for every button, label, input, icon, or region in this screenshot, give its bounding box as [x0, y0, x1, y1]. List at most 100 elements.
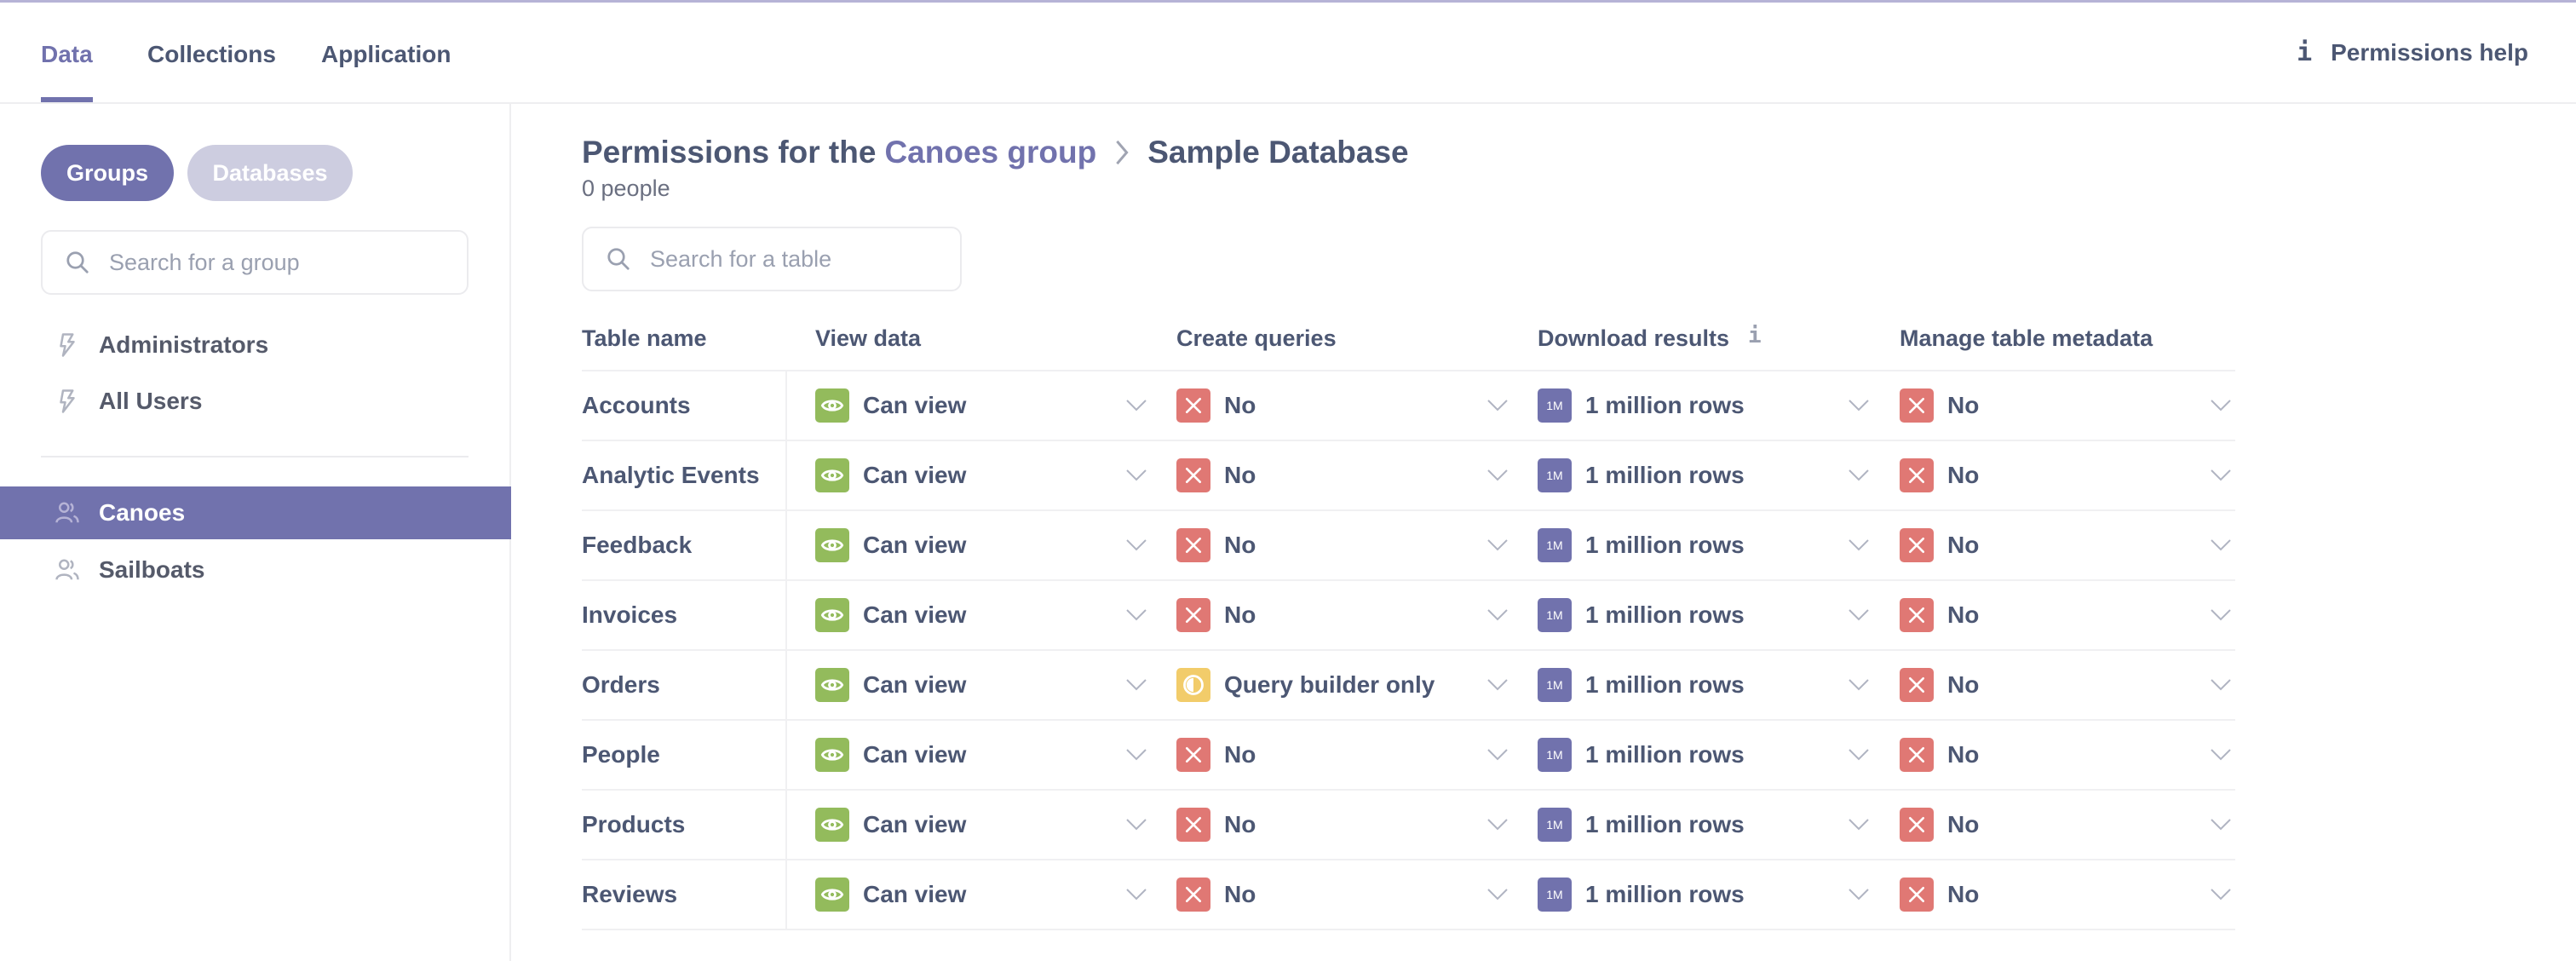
databases-toggle-button[interactable]: Databases	[187, 145, 353, 201]
top-navigation: Data Collections Application i Permissio…	[0, 0, 2576, 104]
tab-data[interactable]: Data	[41, 41, 93, 102]
view-data-select[interactable]: Can view	[815, 651, 1147, 719]
download-results-select[interactable]: 1M 1 million rows	[1538, 441, 1870, 509]
table-search-input[interactable]	[650, 245, 960, 273]
view-data-value: Can view	[863, 601, 967, 628]
sidebar-item-canoes[interactable]: Canoes	[0, 486, 511, 539]
sidebar-item-all-users[interactable]: All Users	[0, 375, 511, 428]
view-data-select[interactable]: Can view	[815, 511, 1147, 579]
table-body: Accounts Can view No 1M 1 million rows No Anal…	[582, 371, 2235, 930]
create-queries-select[interactable]: Query builder only	[1176, 651, 1509, 719]
manage-metadata-value: No	[1947, 811, 1980, 837]
groups-toggle-button[interactable]: Groups	[41, 145, 174, 201]
column-header-create-queries: Create queries	[1176, 325, 1337, 351]
manage-metadata-select[interactable]: No	[1900, 860, 2232, 929]
chevron-down-icon	[1849, 539, 1869, 551]
create-queries-select[interactable]: No	[1176, 721, 1509, 789]
manage-metadata-value: No	[1947, 601, 1980, 628]
chevron-down-icon	[1849, 609, 1869, 621]
create-queries-value: No	[1224, 741, 1256, 768]
people-count: 0 people	[582, 176, 670, 201]
close-icon	[1176, 878, 1210, 912]
view-data-select[interactable]: Can view	[815, 721, 1147, 789]
close-icon	[1900, 528, 1934, 562]
view-data-select[interactable]: Can view	[815, 860, 1147, 929]
group-search-field[interactable]	[41, 230, 469, 295]
sidebar-item-sailboats[interactable]: Sailboats	[0, 544, 511, 596]
manage-metadata-select[interactable]: No	[1900, 651, 2232, 719]
chevron-down-icon	[1849, 819, 1869, 831]
column-header-table-name: Table name	[582, 325, 707, 351]
one-million-icon: 1M	[1538, 458, 1572, 492]
sidebar-divider	[41, 456, 469, 457]
download-results-select[interactable]: 1M 1 million rows	[1538, 581, 1870, 649]
view-data-value: Can view	[863, 671, 967, 698]
close-icon	[1176, 458, 1210, 492]
view-data-value: Can view	[863, 741, 967, 768]
table-name: People	[582, 721, 787, 789]
manage-metadata-select[interactable]: No	[1900, 581, 2232, 649]
create-queries-select[interactable]: No	[1176, 581, 1509, 649]
manage-metadata-select[interactable]: No	[1900, 511, 2232, 579]
tab-collections[interactable]: Collections	[147, 41, 276, 102]
permissions-help-link[interactable]: i Permissions help	[2297, 37, 2528, 67]
chevron-down-icon	[1487, 679, 1508, 691]
chevron-down-icon	[1487, 819, 1508, 831]
manage-metadata-select[interactable]: No	[1900, 721, 2232, 789]
download-results-select[interactable]: 1M 1 million rows	[1538, 860, 1870, 929]
one-million-icon: 1M	[1538, 738, 1572, 772]
create-queries-select[interactable]: No	[1176, 860, 1509, 929]
table-search-field[interactable]	[582, 227, 962, 291]
create-queries-select[interactable]: No	[1176, 511, 1509, 579]
download-results-select[interactable]: 1M 1 million rows	[1538, 651, 1870, 719]
download-results-value: 1 million rows	[1585, 671, 1745, 698]
chevron-down-icon	[1849, 469, 1869, 481]
download-results-select[interactable]: 1M 1 million rows	[1538, 371, 1870, 440]
group-search-input[interactable]	[109, 249, 467, 276]
view-data-select[interactable]: Can view	[815, 791, 1147, 859]
create-queries-select[interactable]: No	[1176, 791, 1509, 859]
download-results-select[interactable]: 1M 1 million rows	[1538, 511, 1870, 579]
download-results-select[interactable]: 1M 1 million rows	[1538, 721, 1870, 789]
one-million-icon: 1M	[1538, 878, 1572, 912]
close-icon	[1900, 598, 1934, 632]
manage-metadata-value: No	[1947, 462, 1980, 488]
eye-icon	[815, 738, 849, 772]
create-queries-select[interactable]: No	[1176, 441, 1509, 509]
download-results-value: 1 million rows	[1585, 601, 1745, 628]
chevron-down-icon	[2211, 400, 2231, 411]
eye-icon	[815, 458, 849, 492]
table-name: Feedback	[582, 511, 787, 579]
manage-metadata-select[interactable]: No	[1900, 791, 2232, 859]
info-icon[interactable]: i	[1748, 323, 1762, 348]
one-million-icon: 1M	[1538, 668, 1572, 702]
sidebar-item-administrators[interactable]: Administrators	[0, 319, 511, 371]
create-queries-value: No	[1224, 881, 1256, 907]
eye-icon	[815, 808, 849, 842]
manage-metadata-value: No	[1947, 741, 1980, 768]
people-icon	[55, 502, 79, 523]
column-header-view-data: View data	[815, 325, 922, 351]
manage-metadata-select[interactable]: No	[1900, 441, 2232, 509]
info-icon: i	[2297, 37, 2313, 67]
view-data-select[interactable]: Can view	[815, 441, 1147, 509]
tab-application[interactable]: Application	[321, 41, 451, 102]
create-queries-select[interactable]: No	[1176, 371, 1509, 440]
view-data-value: Can view	[863, 811, 967, 837]
view-data-value: Can view	[863, 532, 967, 558]
view-data-select[interactable]: Can view	[815, 581, 1147, 649]
create-queries-value: No	[1224, 462, 1256, 488]
sidebar-item-label: Canoes	[99, 499, 186, 526]
chevron-down-icon	[2211, 749, 2231, 761]
sidebar-item-label: Administrators	[99, 331, 269, 358]
close-icon	[1900, 738, 1934, 772]
view-data-select[interactable]: Can view	[815, 371, 1147, 440]
manage-metadata-value: No	[1947, 671, 1980, 698]
chevron-down-icon	[1487, 889, 1508, 901]
manage-metadata-select[interactable]: No	[1900, 371, 2232, 440]
chevron-down-icon	[1487, 539, 1508, 551]
table-row: Invoices Can view No 1M 1 million rows No	[582, 581, 2235, 651]
sidebar: Groups Databases Administrators All User…	[0, 104, 511, 961]
group-breadcrumb-link[interactable]: Canoes group	[884, 135, 1096, 170]
download-results-select[interactable]: 1M 1 million rows	[1538, 791, 1870, 859]
